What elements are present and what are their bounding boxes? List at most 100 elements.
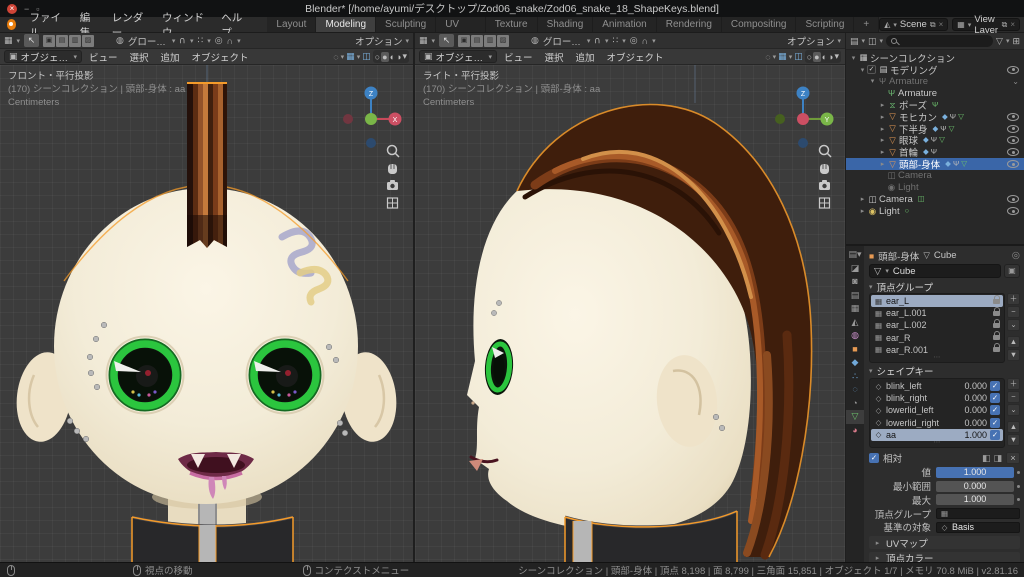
shape-key-item[interactable]: ◇ lowerlid_left 0.000 ✓ xyxy=(871,404,1003,416)
properties-editor-icon[interactable]: ▤▾ xyxy=(846,248,864,262)
menu-object[interactable]: オブジェクト xyxy=(602,50,669,64)
view-layer-tab-icon[interactable]: ▦ xyxy=(846,302,864,316)
menu-add[interactable]: 追加 xyxy=(156,50,185,64)
menu-object[interactable]: オブジェクト xyxy=(187,50,254,64)
shape-keys-panel-header[interactable]: ▾シェイプキー xyxy=(869,365,1020,378)
display-mode-icon[interactable]: ◫ xyxy=(868,36,877,47)
filter-icon[interactable]: ▽ xyxy=(996,36,1003,47)
remove-vertex-group-button[interactable]: − xyxy=(1007,306,1020,318)
material-tab-icon[interactable]: ◕ xyxy=(846,424,864,438)
gizmo-toggle-icon[interactable]: ◌ xyxy=(333,52,338,62)
proportional-falloff-icon[interactable]: ∩ xyxy=(227,36,233,46)
shape-key-checkbox[interactable]: ✓ xyxy=(990,430,1000,440)
vertex-group-item[interactable]: ▦ ear_R xyxy=(871,332,1003,344)
camera-view-icon[interactable] xyxy=(387,180,398,190)
outliner-row-eyeball[interactable]: ▸ ▽ 眼球 ◆Ψ▽ xyxy=(846,135,1024,147)
vertex-group-item[interactable]: ▦ ear_L.002 xyxy=(871,319,1003,331)
particles-tab-icon[interactable]: ∴ xyxy=(846,370,864,384)
physics-tab-icon[interactable]: ◌ xyxy=(846,383,864,397)
animate-dot[interactable] xyxy=(1017,485,1020,488)
snap-magnet-icon[interactable]: ∪ xyxy=(594,35,601,46)
vertex-group-item[interactable]: ▦ ear_L.001 xyxy=(871,307,1003,319)
vertex-group-item[interactable]: ▦ ear_L xyxy=(871,295,1003,307)
outliner-row-mohican[interactable]: ▸ ▽ モヒカン ◆Ψ▽ xyxy=(846,111,1024,123)
lock-icon[interactable] xyxy=(993,299,1000,304)
relative-checkbox[interactable]: ✓ xyxy=(869,453,879,463)
outliner-row-head-body-selected[interactable]: ▸ ▽ 頭部-身体 ◆Ψ▽ xyxy=(846,158,1024,170)
snap-with-icon[interactable]: ∷ xyxy=(198,35,204,46)
shape-key-pin-icon[interactable]: ◨ xyxy=(993,453,1002,464)
menu-select[interactable]: 選択 xyxy=(540,50,569,64)
shape-key-item[interactable]: ◇ lowerlid_right 0.000 ✓ xyxy=(871,417,1003,429)
tab-animation[interactable]: Animation xyxy=(593,17,656,32)
eye-closed-icon[interactable]: ⌄ xyxy=(1012,77,1019,86)
mode-dropdown[interactable]: ▣ オブジェクトモード▾ xyxy=(4,50,82,63)
vertex-group-specials-button[interactable]: ⌄ xyxy=(1007,319,1020,331)
relative-to-field[interactable]: ◇ Basis xyxy=(936,522,1020,533)
outliner-row-light[interactable]: ▸ ◉ Light ○ xyxy=(846,205,1024,217)
overlays-toggle-icon[interactable]: ▦ xyxy=(778,51,787,62)
pin-icon[interactable]: ◎ xyxy=(1012,250,1020,261)
blender-logo-icon[interactable] xyxy=(7,19,16,30)
outliner-editor-icon[interactable]: ▤ xyxy=(850,36,859,47)
shape-key-checkbox[interactable]: ✓ xyxy=(990,381,1000,391)
editor-type-icon[interactable]: ▦ xyxy=(4,35,13,46)
shading-material-icon[interactable]: ◐ xyxy=(822,52,827,62)
remove-view-layer-icon[interactable]: × xyxy=(1010,20,1015,29)
camera-view-icon[interactable] xyxy=(819,180,830,190)
range-max-field[interactable]: 1.000 xyxy=(936,494,1014,505)
proportional-editing-icon[interactable]: ◎ xyxy=(215,35,223,46)
outliner-row-light-child[interactable]: ◉ Light xyxy=(846,182,1024,194)
outliner-row-lower-body[interactable]: ▸ ▽ 下半身 ◆Ψ▽ xyxy=(846,123,1024,135)
eye-icon[interactable] xyxy=(1007,195,1019,203)
new-view-layer-icon[interactable]: ⧉ xyxy=(1002,20,1008,30)
list-resize-handle[interactable]: ⋯ xyxy=(871,356,1003,361)
view-layer-selector[interactable]: ▦▾ View Layer ⧉ × xyxy=(952,18,1020,31)
shading-wireframe-icon[interactable]: ○ xyxy=(807,52,812,62)
select-box-tool-icon[interactable]: ↖ xyxy=(439,34,454,47)
eye-icon[interactable] xyxy=(1007,66,1019,74)
tool-options-dropdown[interactable]: オプション▾ xyxy=(355,34,409,48)
overlays-toggle-icon[interactable]: ▦ xyxy=(346,51,355,62)
range-min-field[interactable]: 0.000 xyxy=(936,481,1014,492)
viewport-canvas-side[interactable]: ライト・平行投影 (170) シーンコレクション | 頭部-身体 : aa Ce… xyxy=(415,65,845,562)
select-box-tool-icon[interactable]: ↖ xyxy=(24,34,39,47)
viewport-canvas-front[interactable]: フロント・平行投影 (170) シーンコレクション | 頭部-身体 : aa C… xyxy=(0,65,413,562)
gizmo-toggle-icon[interactable]: ◌ xyxy=(765,52,770,62)
lock-icon[interactable] xyxy=(993,323,1000,328)
add-vertex-group-button[interactable]: ＋ xyxy=(1007,293,1020,305)
eye-icon[interactable] xyxy=(1007,125,1019,133)
shape-key-checkbox[interactable]: ✓ xyxy=(990,418,1000,428)
list-resize-handle[interactable]: ⋯ xyxy=(871,441,1003,446)
add-shape-key-button[interactable]: ＋ xyxy=(1007,378,1020,390)
pan-hand-icon[interactable] xyxy=(388,164,397,174)
new-collection-icon[interactable]: ⊞ xyxy=(1012,36,1020,47)
editor-type-icon[interactable]: ▦ xyxy=(419,35,428,46)
shape-key-checkbox[interactable]: ✓ xyxy=(990,405,1000,415)
scene-selector[interactable]: ◭▾ Scene ⧉ × xyxy=(879,18,948,31)
tab-scripting[interactable]: Scripting xyxy=(796,17,854,32)
eye-icon[interactable] xyxy=(1007,113,1019,121)
shape-key-checkbox[interactable]: ✓ xyxy=(990,393,1000,403)
move-up-button[interactable]: ▲ xyxy=(1007,336,1020,348)
tab-sculpting[interactable]: Sculpting xyxy=(376,17,436,32)
move-down-button[interactable]: ▼ xyxy=(1007,434,1020,446)
shape-key-item[interactable]: ◇ blink_right 0.000 ✓ xyxy=(871,392,1003,404)
modifiers-tab-icon[interactable]: ◆ xyxy=(846,356,864,370)
snap-magnet-icon[interactable]: ∪ xyxy=(179,35,186,46)
menu-add[interactable]: 追加 xyxy=(571,50,600,64)
shape-key-edit-mode-icon[interactable]: ◧ xyxy=(982,453,991,464)
select-mode-segment[interactable]: ▣▤▥▨ xyxy=(43,35,94,47)
perspective-grid-icon[interactable] xyxy=(820,198,830,208)
tab-uv-editing[interactable]: UV Editing xyxy=(436,17,486,32)
menu-select[interactable]: 選択 xyxy=(125,50,154,64)
outliner-search-input[interactable] xyxy=(886,35,993,47)
world-tab-icon[interactable]: ◍ xyxy=(846,329,864,343)
lock-icon[interactable] xyxy=(993,311,1000,316)
xray-toggle-icon[interactable]: ◫ xyxy=(794,51,803,62)
clear-shape-keys-button[interactable]: × xyxy=(1006,452,1020,464)
transform-orientation-dropdown[interactable]: グローバル xyxy=(543,34,583,48)
object-tab-icon[interactable]: ■ xyxy=(846,343,864,357)
tab-rendering[interactable]: Rendering xyxy=(657,17,722,32)
pan-hand-icon[interactable] xyxy=(820,164,829,174)
